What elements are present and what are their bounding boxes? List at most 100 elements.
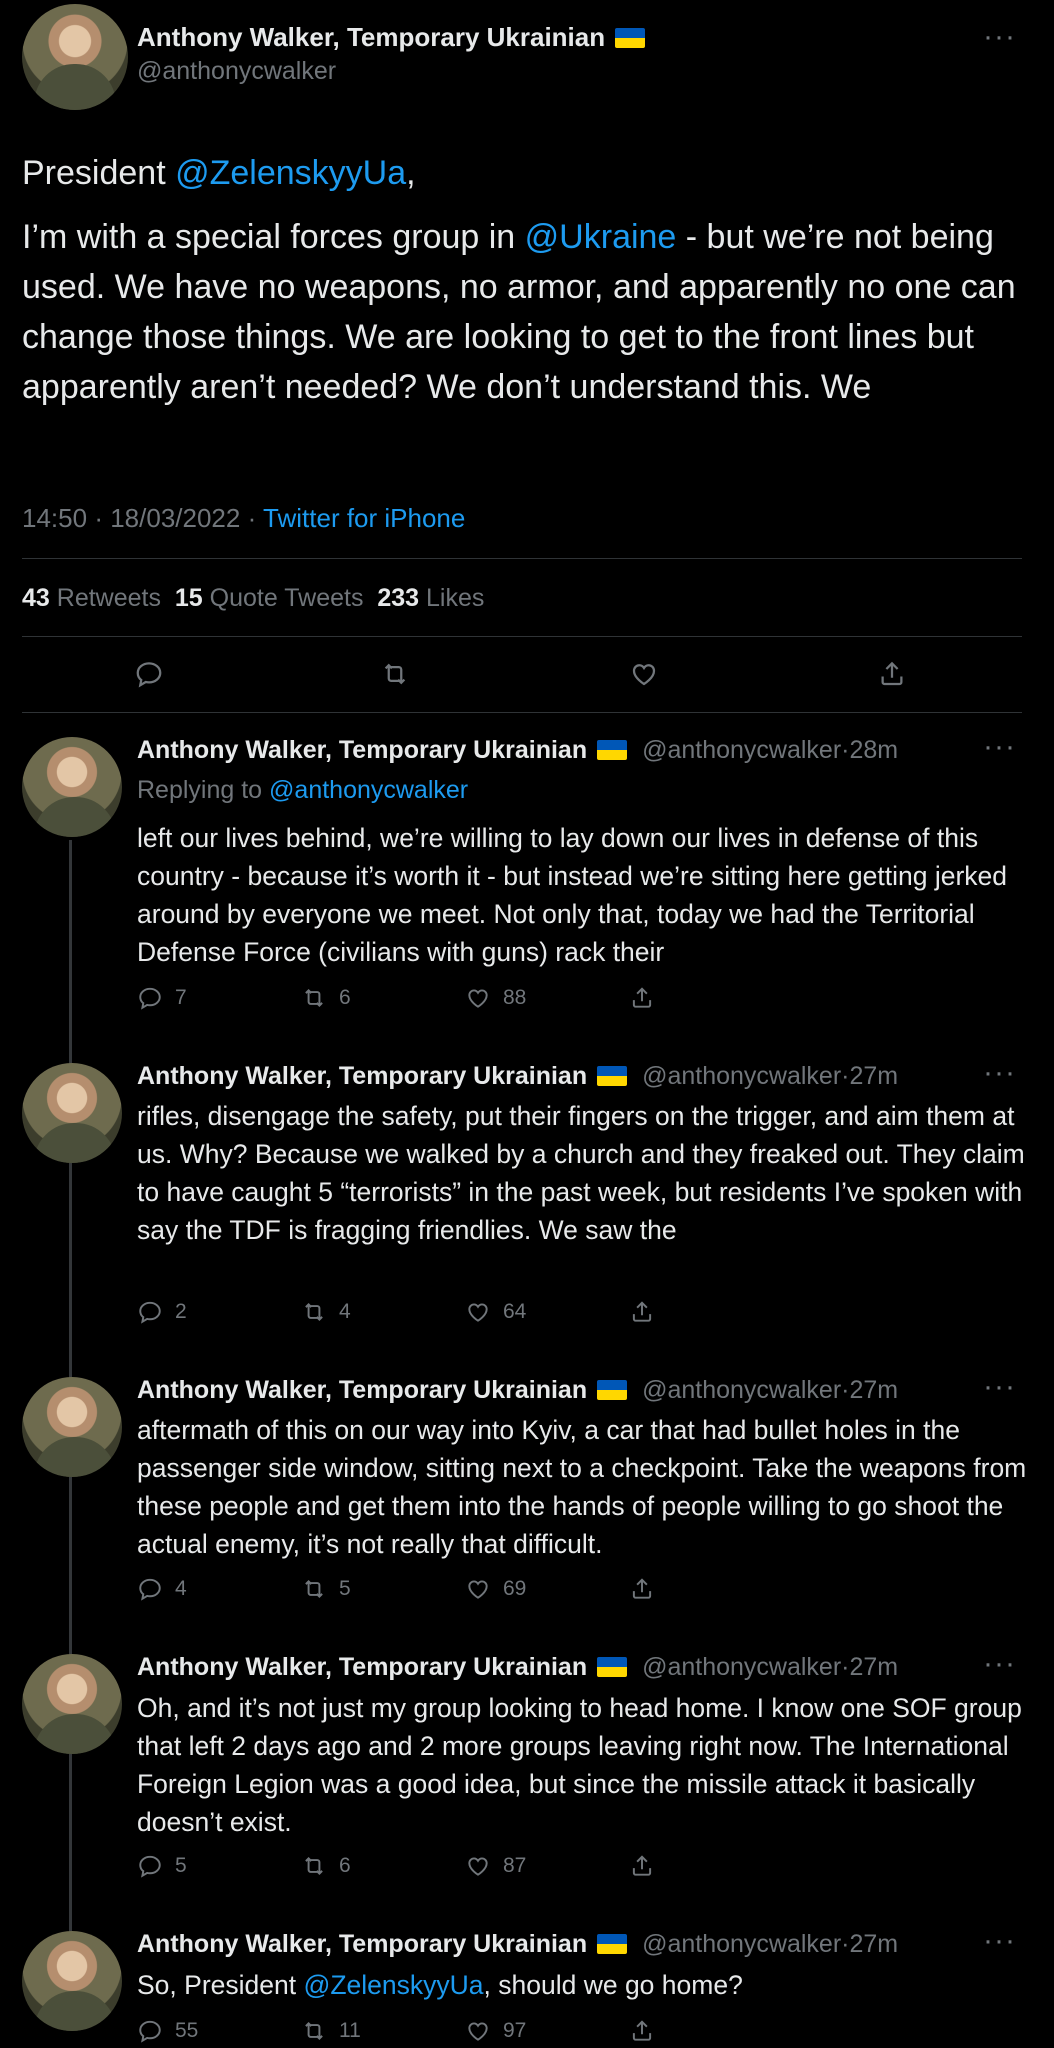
more-icon[interactable]: ··· xyxy=(983,1370,1016,1404)
avatar[interactable] xyxy=(22,1654,122,1754)
reply-button[interactable]: 55 xyxy=(137,2018,198,2044)
retweet-icon xyxy=(301,1299,327,1325)
retweet-count: 5 xyxy=(339,1577,351,1600)
reply-button[interactable]: 5 xyxy=(137,1853,187,1879)
reply-header: Anthony Walker, Temporary Ukrainian @ant… xyxy=(137,1930,899,1958)
author-handle[interactable]: @anthonycwalker xyxy=(642,1376,841,1404)
reply-actions: 4 5 69 xyxy=(137,1576,697,1606)
reply-time[interactable]: 27m xyxy=(850,1062,899,1090)
author-handle[interactable]: @anthonycwalker xyxy=(642,1653,841,1681)
like-button[interactable]: 69 xyxy=(465,1576,526,1602)
heart-icon xyxy=(465,1299,491,1325)
mention-link[interactable]: @anthonycwalker xyxy=(269,776,468,804)
reply-time[interactable]: 27m xyxy=(850,1653,899,1681)
quotes-stat[interactable]: 15 Quote Tweets xyxy=(175,584,364,612)
like-count: 88 xyxy=(503,986,527,1009)
ukraine-flag-icon xyxy=(597,1066,628,1086)
avatar[interactable] xyxy=(22,1377,122,1477)
share-button[interactable] xyxy=(629,985,655,1011)
reply-time[interactable]: 28m xyxy=(850,736,899,764)
reply-button[interactable]: 7 xyxy=(137,985,187,1011)
share-button[interactable] xyxy=(629,1299,655,1325)
likes-stat[interactable]: 233 Likes xyxy=(377,584,484,612)
author-name[interactable]: Anthony Walker, Temporary Ukrainian xyxy=(137,736,587,764)
share-icon xyxy=(629,1576,655,1602)
like-button[interactable]: 87 xyxy=(465,1853,526,1879)
avatar[interactable] xyxy=(22,1063,122,1163)
author-name[interactable]: Anthony Walker, Temporary Ukrainian xyxy=(137,1930,587,1958)
like-button[interactable]: 64 xyxy=(465,1299,526,1325)
author-handle[interactable]: @anthonycwalker xyxy=(642,1930,841,1958)
tweet-date[interactable]: 18/03/2022 xyxy=(110,503,240,533)
author-name-text[interactable]: Anthony Walker, Temporary Ukrainian xyxy=(137,22,605,52)
more-icon[interactable]: ··· xyxy=(983,20,1016,54)
ukraine-flag-icon xyxy=(597,740,628,760)
mention-link[interactable]: @ZelenskyyUa xyxy=(303,1970,483,2000)
ukraine-flag-icon xyxy=(597,1934,628,1954)
retweets-stat[interactable]: 43 Retweets xyxy=(22,584,161,612)
reply-count: 5 xyxy=(175,1854,187,1877)
tweet-time[interactable]: 14:50 xyxy=(22,503,87,533)
author-name[interactable]: Anthony Walker, Temporary Ukrainian xyxy=(137,20,646,54)
reply-text: Oh, and it’s not just my group looking t… xyxy=(137,1693,1022,1837)
reply-icon xyxy=(137,985,163,1011)
heart-icon xyxy=(465,1576,491,1602)
mention-link[interactable]: @Ukraine xyxy=(525,218,677,256)
reply-time[interactable]: 27m xyxy=(850,1930,899,1958)
author-handle[interactable]: @anthonycwalker xyxy=(642,736,841,764)
like-button[interactable]: 97 xyxy=(465,2018,526,2044)
retweet-count: 6 xyxy=(339,986,351,1009)
share-button[interactable] xyxy=(629,1853,655,1879)
share-button[interactable] xyxy=(629,1576,655,1602)
more-icon[interactable]: ··· xyxy=(983,1056,1016,1090)
tweet-meta: 14:50 · 18/03/2022 · Twitter for iPhone xyxy=(22,503,466,533)
tweet-client[interactable]: Twitter for iPhone xyxy=(263,503,465,533)
reply-header: Anthony Walker, Temporary Ukrainian @ant… xyxy=(137,736,899,764)
reply-text: rifles, disengage the safety, put their … xyxy=(137,1101,1025,1245)
reply-button[interactable]: 4 xyxy=(137,1576,187,1602)
reply-button[interactable]: 2 xyxy=(137,1299,187,1325)
share-button[interactable] xyxy=(629,2018,655,2044)
reply-text: left our lives behind, we’re willing to … xyxy=(137,823,1008,967)
divider xyxy=(22,636,1022,637)
more-icon[interactable]: ··· xyxy=(983,730,1016,764)
share-icon xyxy=(629,985,655,1011)
retweet-button[interactable]: 11 xyxy=(301,2018,361,2044)
reply-icon xyxy=(137,1299,163,1325)
retweet-icon xyxy=(301,1853,327,1879)
mention-link[interactable]: @ZelenskyyUa xyxy=(175,154,406,192)
avatar[interactable] xyxy=(22,1931,122,2031)
like-button[interactable]: 88 xyxy=(465,985,526,1011)
tweet-text: President @ZelenskyyUa, I’m with a speci… xyxy=(22,154,1016,406)
heart-icon[interactable] xyxy=(629,659,659,689)
author-handle[interactable]: @anthonycwalker xyxy=(642,1062,841,1090)
author-name[interactable]: Anthony Walker, Temporary Ukrainian xyxy=(137,1062,587,1090)
reply-time[interactable]: 27m xyxy=(850,1376,899,1404)
share-icon[interactable] xyxy=(877,659,907,689)
retweet-button[interactable]: 6 xyxy=(301,985,351,1011)
reply-count: 2 xyxy=(175,1300,187,1323)
retweet-icon xyxy=(301,985,327,1011)
reply-icon[interactable] xyxy=(134,659,164,689)
reply-icon xyxy=(137,2018,163,2044)
more-icon[interactable]: ··· xyxy=(983,1924,1016,1958)
reply-header: Anthony Walker, Temporary Ukrainian @ant… xyxy=(137,1062,899,1090)
more-icon[interactable]: ··· xyxy=(983,1647,1016,1681)
retweet-button[interactable]: 5 xyxy=(301,1576,351,1602)
retweet-button[interactable]: 4 xyxy=(301,1299,351,1325)
retweet-icon[interactable] xyxy=(380,659,410,689)
ukraine-flag-icon xyxy=(615,28,646,48)
share-icon xyxy=(629,1299,655,1325)
avatar[interactable] xyxy=(22,4,128,110)
like-count: 97 xyxy=(503,2019,527,2042)
retweet-button[interactable]: 6 xyxy=(301,1853,351,1879)
heart-icon xyxy=(465,2018,491,2044)
author-handle[interactable]: @anthonycwalker xyxy=(137,54,336,88)
like-count: 69 xyxy=(503,1577,527,1600)
reply-actions: 55 11 97 xyxy=(137,2018,697,2048)
heart-icon xyxy=(465,1853,491,1879)
author-name[interactable]: Anthony Walker, Temporary Ukrainian xyxy=(137,1653,587,1681)
avatar[interactable] xyxy=(22,737,122,837)
author-name[interactable]: Anthony Walker, Temporary Ukrainian xyxy=(137,1376,587,1404)
reply-header: Anthony Walker, Temporary Ukrainian @ant… xyxy=(137,1376,899,1404)
